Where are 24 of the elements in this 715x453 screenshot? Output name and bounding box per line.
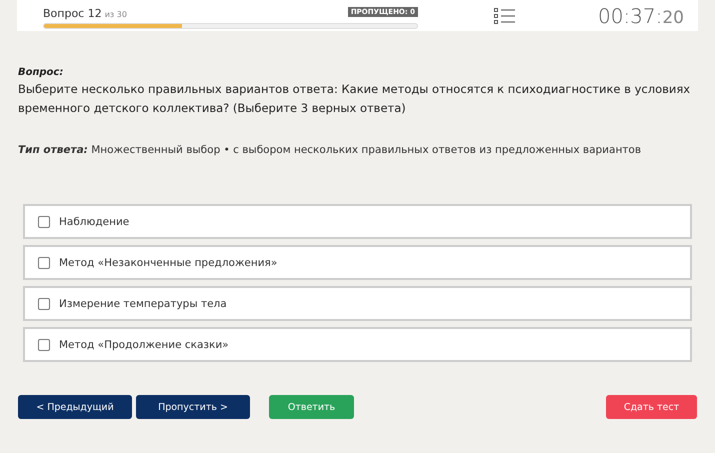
question-number: Вопрос 12 — [43, 7, 102, 20]
answer-option[interactable]: Метод «Незаконченные предложения» — [23, 245, 692, 280]
nav-button[interactable]: Пропустить > — [136, 395, 250, 419]
option-label: Метод «Незаконченные предложения» — [59, 256, 278, 268]
checkbox[interactable] — [38, 298, 50, 310]
checkbox[interactable] — [38, 256, 50, 268]
question-text: Выберите несколько правильных вариантов ответа: Какие методы относятся к психодиагностике в условиях временного детского коллектива? (Выберите 3 верных ответа) — [18, 81, 692, 117]
nav-button[interactable]: < Предыдущий — [18, 395, 132, 419]
answer-type-text: Множественный выбор • с выбором нескольких правильных ответов из предложенных вариантов — [91, 144, 642, 156]
answer-option[interactable]: Метод «Продолжение сказки» — [23, 327, 692, 362]
list-icon[interactable] — [494, 8, 516, 24]
option-label: Измерение температуры тела — [59, 298, 227, 310]
timer: 00:37: — [598, 4, 662, 28]
answer-option[interactable]: Наблюдение — [23, 204, 692, 239]
option-label: Метод «Продолжение сказки» — [59, 338, 229, 350]
question-total: из 30 — [104, 10, 127, 19]
checkbox[interactable] — [38, 338, 50, 350]
answer-option[interactable]: Измерение температуры тела — [23, 286, 692, 321]
checkbox[interactable] — [38, 216, 50, 228]
question-label: Вопрос: — [18, 67, 64, 78]
answer-type-label: Тип ответа: — [18, 144, 88, 156]
option-label: Наблюдение — [59, 216, 130, 228]
finish-button[interactable]: Сдать тест — [606, 395, 697, 419]
timer-seconds: 20 — [662, 8, 684, 28]
